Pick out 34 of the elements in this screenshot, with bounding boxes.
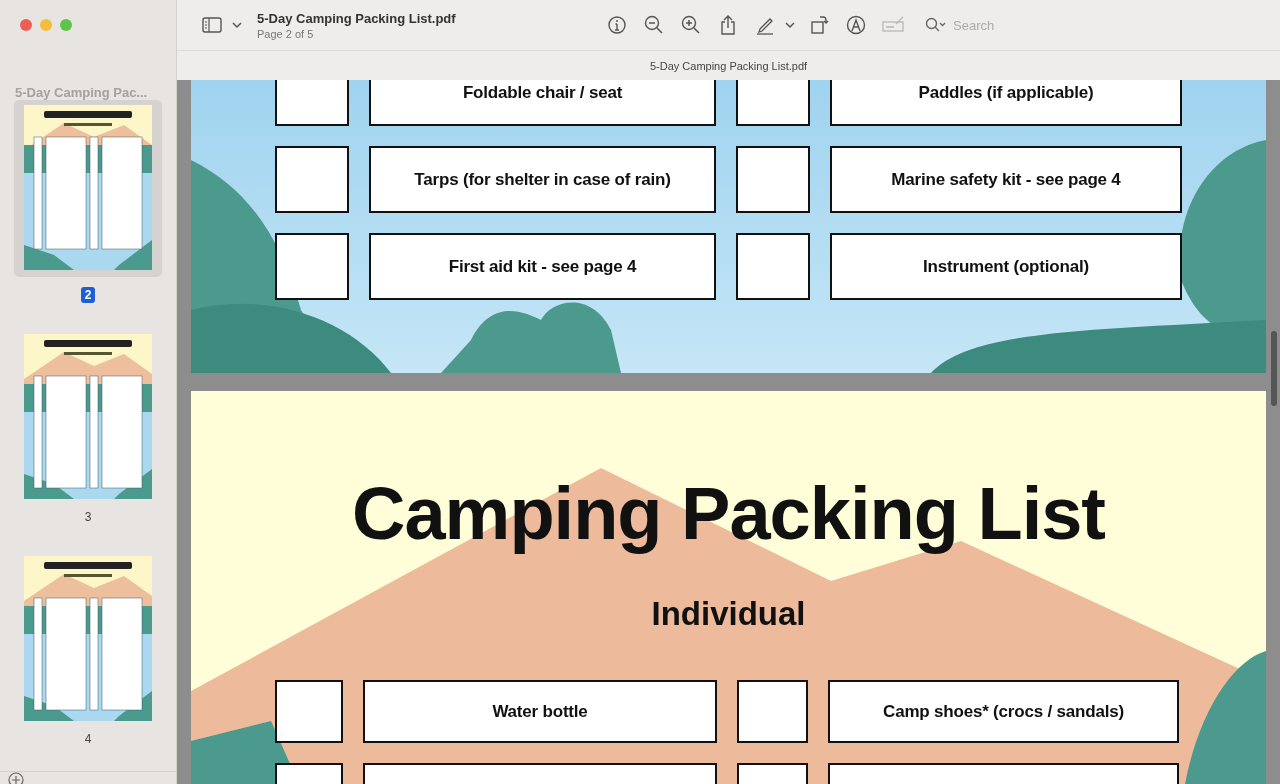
zoom-out-icon[interactable] [643, 14, 665, 36]
scrollbar[interactable] [1271, 331, 1277, 406]
zoom-in-icon[interactable] [680, 14, 702, 36]
checkbox[interactable] [736, 146, 810, 213]
window-title: 5-Day Camping Packing List.pdf [257, 10, 457, 26]
item-label: First aid kit - see page 4 [369, 233, 716, 300]
checkbox[interactable] [736, 233, 810, 300]
checkbox[interactable] [275, 233, 349, 300]
item-label: Foldable chair / seat [369, 80, 716, 126]
page-thumbnail[interactable] [14, 100, 162, 277]
item-label: Camp shoes* (crocs / sandals) [828, 680, 1179, 743]
item-label: Water bottle [363, 680, 717, 743]
page-indicator: Page 2 of 5 [257, 27, 315, 40]
item-label: Tarps (for shelter in case of rain) [369, 146, 716, 213]
sidebar-title: 5-Day Camping Pac... [14, 84, 149, 100]
search-icon [925, 17, 947, 33]
info-icon[interactable] [606, 14, 628, 36]
checkbox[interactable] [275, 146, 349, 213]
checkbox[interactable] [737, 680, 808, 743]
rotate-icon[interactable] [808, 14, 830, 36]
search-field[interactable]: Search [951, 16, 1155, 34]
page-number: 4 [83, 731, 93, 747]
checkbox[interactable] [275, 680, 343, 743]
document-title: 5-Day Camping Packing List.pdf [649, 59, 808, 72]
markup-icon[interactable] [845, 14, 867, 36]
sidebar-icon[interactable] [201, 14, 223, 36]
item-label: Marine safety kit - see page 4 [830, 146, 1182, 213]
close-button[interactable] [20, 19, 32, 31]
item-label: Paddles (if applicable) [830, 80, 1182, 126]
page-subheading: Individual [651, 597, 806, 630]
item-label: Instrument (optional) [830, 233, 1182, 300]
page-number: 3 [83, 509, 93, 525]
add-icon[interactable] [8, 772, 24, 784]
page-number: 2 [80, 287, 96, 303]
